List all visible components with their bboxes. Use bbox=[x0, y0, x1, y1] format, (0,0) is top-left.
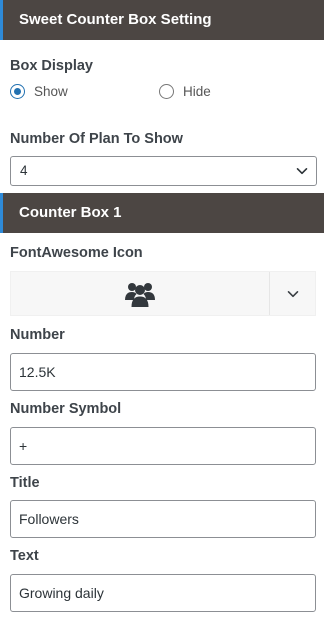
title-label: Title bbox=[10, 475, 40, 491]
number-input[interactable] bbox=[10, 353, 316, 391]
chevron-down-icon bbox=[287, 290, 299, 297]
radio-show[interactable]: Show bbox=[10, 84, 68, 99]
number-label: Number bbox=[10, 327, 65, 343]
plan-count-select[interactable]: 4 bbox=[10, 156, 317, 186]
radio-hide-label: Hide bbox=[183, 84, 211, 99]
radio-show-circle[interactable] bbox=[10, 84, 25, 99]
plan-count-value: 4 bbox=[20, 163, 28, 178]
settings-header: Sweet Counter Box Setting bbox=[0, 0, 324, 40]
text-input[interactable] bbox=[10, 574, 316, 612]
radio-hide-circle[interactable] bbox=[159, 84, 174, 99]
icon-picker-toggle[interactable] bbox=[270, 272, 316, 315]
box-display-label: Box Display bbox=[10, 58, 93, 74]
radio-show-label: Show bbox=[34, 84, 68, 99]
icon-preview[interactable] bbox=[11, 272, 269, 315]
text-label: Text bbox=[10, 548, 39, 564]
number-symbol-label: Number Symbol bbox=[10, 401, 122, 417]
chevron-down-icon bbox=[296, 168, 308, 175]
counter-box-header: Counter Box 1 bbox=[0, 193, 324, 233]
number-symbol-input[interactable] bbox=[10, 427, 316, 465]
plan-count-label: Number Of Plan To Show bbox=[10, 131, 183, 147]
icon-label: FontAwesome Icon bbox=[10, 245, 143, 261]
icon-picker[interactable] bbox=[10, 271, 316, 316]
title-input[interactable] bbox=[10, 500, 316, 538]
users-icon bbox=[125, 282, 155, 307]
box-display-radio-group: Show Hide bbox=[10, 84, 310, 104]
radio-hide[interactable]: Hide bbox=[159, 84, 211, 99]
